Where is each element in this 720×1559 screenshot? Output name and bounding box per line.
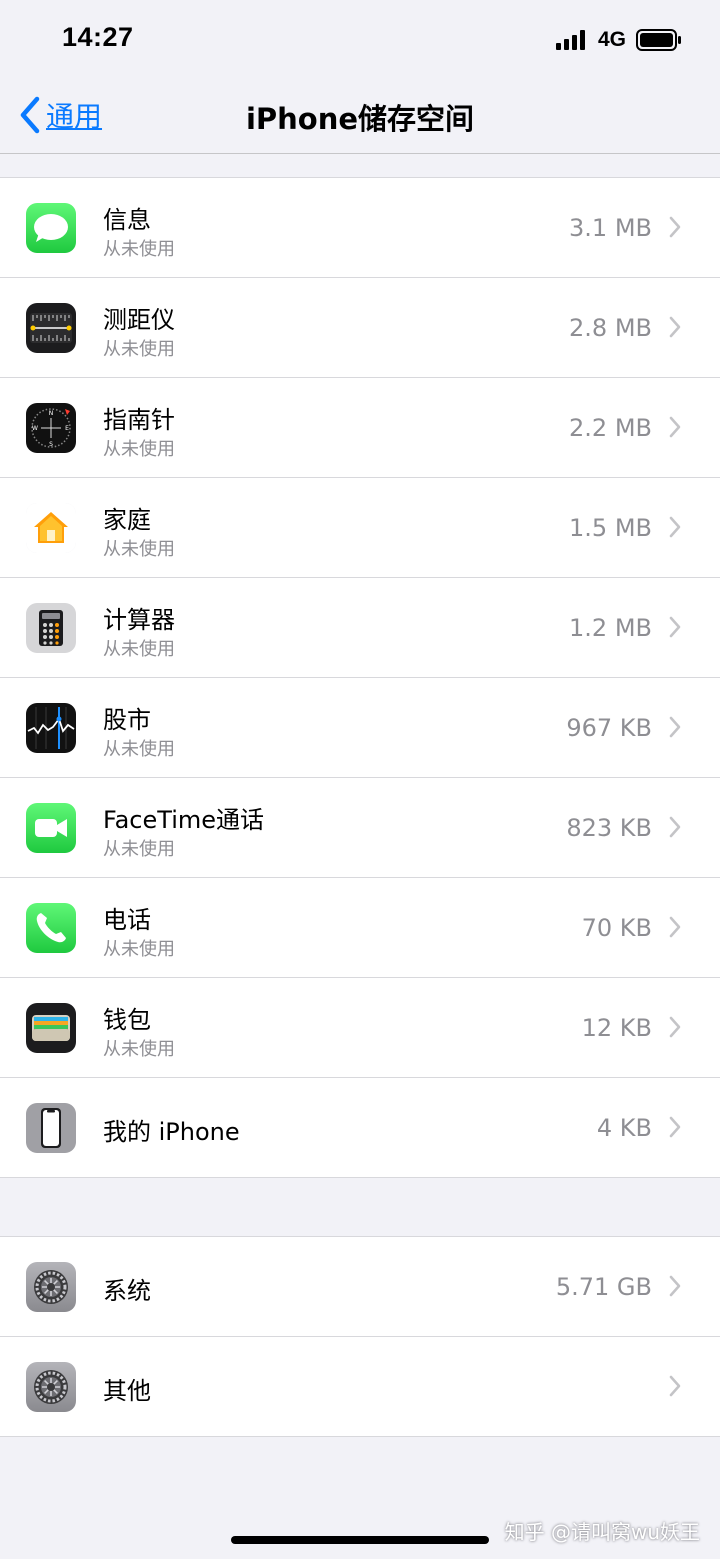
app-name: 我的 iPhone <box>103 1118 240 1146</box>
app-storage-list: 信息 从未使用 3.1 MB 测距仪 从未使用 2.8 MB N S W E 指… <box>0 177 720 1178</box>
app-row-my-iphone[interactable]: 我的 iPhone 4 KB <box>0 1078 720 1177</box>
navigation-bar: 通用 iPhone储存空间 <box>0 80 720 154</box>
app-row-compass[interactable]: N S W E 指南针 从未使用 2.2 MB <box>0 378 720 478</box>
gear-icon <box>26 1362 76 1412</box>
last-used: 从未使用 <box>103 1039 175 1060</box>
status-bar: 14:27 4G <box>0 0 720 80</box>
app-row-stocks[interactable]: 股市 从未使用 967 KB <box>0 678 720 778</box>
svg-text:E: E <box>65 425 69 432</box>
last-used: 从未使用 <box>103 539 175 560</box>
app-name: 信息 <box>103 206 151 234</box>
app-name: 计算器 <box>103 606 175 634</box>
last-used: 从未使用 <box>103 439 175 460</box>
chevron-right-icon <box>669 316 681 338</box>
chevron-right-icon <box>669 616 681 638</box>
app-size: 3.1 MB <box>569 214 652 242</box>
app-name: 电话 <box>103 906 151 934</box>
app-row-home[interactable]: 家庭 从未使用 1.5 MB <box>0 478 720 578</box>
phone-icon <box>26 903 76 953</box>
chevron-right-icon <box>669 716 681 738</box>
chevron-right-icon <box>669 1116 681 1138</box>
last-used: 从未使用 <box>103 939 175 960</box>
app-size: 2.8 MB <box>569 314 652 342</box>
app-row-wallet[interactable]: 钱包 从未使用 12 KB <box>0 978 720 1078</box>
system-row[interactable]: 系统 5.71 GB <box>0 1237 720 1337</box>
svg-text:S: S <box>49 441 53 448</box>
stocks-icon <box>26 703 76 753</box>
home-icon <box>26 503 76 553</box>
app-row-measure[interactable]: 测距仪 从未使用 2.8 MB <box>0 278 720 378</box>
app-name: FaceTime通话 <box>103 806 265 834</box>
app-name: 指南针 <box>103 406 175 434</box>
chevron-right-icon <box>669 416 681 438</box>
measure-icon <box>26 303 76 353</box>
app-name: 家庭 <box>103 506 151 534</box>
signal-icon <box>555 30 585 50</box>
home-indicator[interactable] <box>231 1536 489 1544</box>
app-row-phone[interactable]: 电话 从未使用 70 KB <box>0 878 720 978</box>
status-indicators: 4G <box>555 27 682 53</box>
chevron-right-icon <box>669 1275 681 1297</box>
app-size: 967 KB <box>566 714 652 742</box>
calculator-icon <box>26 603 76 653</box>
battery-icon <box>636 29 681 51</box>
app-row-facetime[interactable]: FaceTime通话 从未使用 823 KB <box>0 778 720 878</box>
gear-icon <box>26 1262 76 1312</box>
app-name: 系统 <box>103 1277 151 1305</box>
app-name: 测距仪 <box>103 306 175 334</box>
iphone-icon <box>26 1103 76 1153</box>
page-title: iPhone储存空间 <box>245 102 475 136</box>
app-row-calculator[interactable]: 计算器 从未使用 1.2 MB <box>0 578 720 678</box>
app-name: 股市 <box>103 706 151 734</box>
chevron-right-icon <box>669 916 681 938</box>
last-used: 从未使用 <box>103 239 175 260</box>
last-used: 从未使用 <box>103 639 175 660</box>
facetime-icon <box>26 803 76 853</box>
compass-icon: N S W E <box>26 403 76 453</box>
app-size: 12 KB <box>581 1014 652 1042</box>
watermark: 知乎 @请叫窝wu妖王 <box>504 1520 700 1544</box>
app-size: 1.5 MB <box>569 514 652 542</box>
last-used: 从未使用 <box>103 339 175 360</box>
chevron-right-icon <box>669 816 681 838</box>
network-type: 4G <box>597 28 626 51</box>
wallet-icon <box>26 1003 76 1053</box>
app-size: 1.2 MB <box>569 614 652 642</box>
svg-text:W: W <box>32 425 38 432</box>
chevron-right-icon <box>669 1375 681 1397</box>
messages-icon <box>26 203 76 253</box>
app-name: 钱包 <box>103 1006 151 1034</box>
system-storage-list: 系统 5.71 GB 其他 <box>0 1236 720 1437</box>
other-row[interactable]: 其他 <box>0 1337 720 1436</box>
app-size: 5.71 GB <box>555 1273 652 1301</box>
chevron-right-icon <box>669 216 681 238</box>
status-time: 14:27 <box>62 22 134 52</box>
app-size: 823 KB <box>566 814 652 842</box>
app-size: 70 KB <box>581 914 652 942</box>
chevron-right-icon <box>669 516 681 538</box>
svg-text:N: N <box>49 410 54 417</box>
app-size: 4 KB <box>596 1114 652 1142</box>
last-used: 从未使用 <box>103 739 175 760</box>
last-used: 从未使用 <box>103 839 175 860</box>
app-size: 2.2 MB <box>569 414 652 442</box>
chevron-right-icon <box>669 1016 681 1038</box>
app-row-messages[interactable]: 信息 从未使用 3.1 MB <box>0 178 720 278</box>
app-name: 其他 <box>103 1377 151 1405</box>
